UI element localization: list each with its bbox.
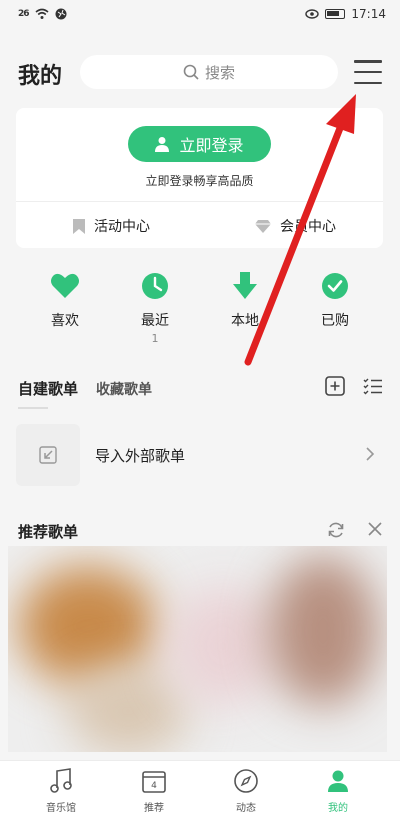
playlist-tabs: 自建歌单 收藏歌单 [18,376,383,410]
menu-line [354,60,382,63]
menu-button[interactable] [354,60,382,84]
tab-tools [325,376,383,396]
refresh-icon[interactable] [327,521,345,539]
signal-icon: 26 [18,9,29,19]
wifi-icon [35,8,49,19]
favorites-button[interactable]: 喜欢 [30,272,100,330]
tab-underline [18,407,48,409]
nav-music-hall[interactable]: 音乐馆 [26,767,96,814]
local-label: 本地 [231,313,259,329]
import-playlist-label: 导入外部歌单 [95,446,186,465]
nav-activity-label: 动态 [236,803,256,814]
recent-count: 1 [151,332,159,345]
recent-label: 最近 [141,313,169,329]
nav-recommend[interactable]: 4 推荐 [119,767,189,814]
playlist-cover-blur [268,556,378,706]
playlist-cover-blur [168,586,278,706]
bottom-nav: 音乐馆 4 推荐 动态 我的 [0,760,400,816]
add-playlist-icon[interactable] [325,376,345,396]
recommended-tools [327,521,383,539]
bookmark-icon [73,218,85,234]
member-center-label: 会员中心 [280,219,336,235]
chevron-right-icon [366,447,375,461]
favorites-label: 喜欢 [51,313,79,329]
search-icon [183,64,199,80]
close-icon[interactable] [367,521,383,537]
purchased-button[interactable]: 已购 [300,272,370,330]
purchased-label: 已购 [321,313,349,329]
member-center-link[interactable]: 会员中心 [254,216,336,236]
import-icon [39,446,57,464]
recent-button[interactable]: 最近 1 [120,272,190,345]
status-time: 17:14 [351,7,386,21]
heart-icon [51,273,79,298]
login-hint: 立即登录畅享高品质 [145,174,254,188]
nav-music-hall-label: 音乐馆 [46,803,76,814]
menu-line [354,70,382,74]
nav-recommend-label: 推荐 [144,803,164,814]
menu-line [354,81,382,84]
download-icon [233,272,257,299]
playlist-cover-blur [68,666,188,752]
check-circle-icon [322,273,348,299]
search-placeholder: 搜索 [204,63,235,82]
tab-collected-playlists[interactable]: 收藏歌单 [96,379,152,399]
tab-created-playlists[interactable]: 自建歌单 [18,378,78,399]
manage-list-icon[interactable] [363,376,383,396]
status-left: 26 [18,8,67,20]
search-input[interactable]: 搜索 [80,55,338,89]
activity-center-label: 活动中心 [94,219,150,235]
calendar-badge: 4 [151,781,157,791]
login-card: 立即登录 立即登录畅享高品质 活动中心 会员中心 [16,108,383,248]
user-icon [328,770,348,792]
page-title: 我的 [18,64,63,89]
import-thumbnail [16,424,80,486]
login-button-label: 立即登录 [179,136,244,155]
nav-activity[interactable]: 动态 [211,767,281,814]
globe-icon [55,8,67,20]
recommended-playlist-images[interactable] [8,546,387,752]
calendar-icon: 4 [142,771,166,793]
activity-center-link[interactable]: 活动中心 [72,216,150,236]
card-divider [16,201,383,202]
battery-icon [325,9,346,19]
nav-mine-label: 我的 [328,803,348,814]
person-icon [155,137,170,152]
diamond-icon [255,219,271,233]
import-playlist-row[interactable]: 导入外部歌单 [16,424,383,486]
status-right: 17:14 [305,7,386,21]
recommended-header: 推荐歌单 [18,521,383,545]
header: 我的 搜索 [0,52,400,92]
quick-actions: 喜欢 最近 1 本地 已购 [16,272,383,346]
login-button[interactable]: 立即登录 [128,126,271,162]
compass-icon [234,769,258,793]
nav-mine[interactable]: 我的 [303,767,373,814]
local-button[interactable]: 本地 [210,272,280,330]
clock-icon [142,273,168,299]
status-bar: 26 17:14 [0,0,400,28]
eye-icon [305,9,320,19]
music-note-icon [50,768,72,793]
